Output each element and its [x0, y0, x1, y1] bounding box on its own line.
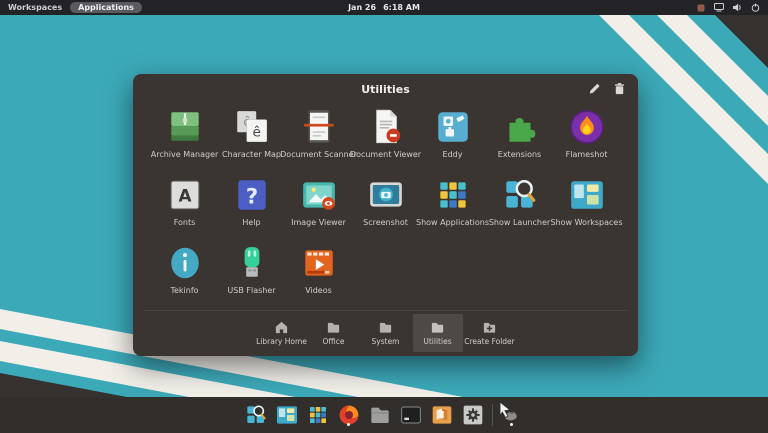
dock-item-terminal[interactable] [399, 403, 423, 427]
app-help[interactable]: ? Help [218, 174, 285, 242]
app-grid: Archive Manager ĉ ê Character Map [133, 106, 638, 310]
show-workspaces-icon [570, 181, 603, 209]
svg-text:?: ? [245, 183, 257, 208]
clock[interactable]: Jan 26 6:18 AM [348, 3, 420, 12]
app-videos[interactable]: Videos [285, 242, 352, 310]
dock-item-show-workspaces[interactable] [275, 403, 299, 427]
workspaces-menu[interactable]: Workspaces [8, 0, 62, 15]
tab-system[interactable]: System [361, 314, 411, 352]
fonts-icon: A [170, 180, 199, 210]
app-screenshot[interactable]: Screenshot [352, 174, 419, 242]
flameshot-icon [569, 110, 604, 144]
terminal-icon [401, 406, 421, 424]
applications-menu[interactable]: Applications [70, 2, 142, 13]
folder-icon [379, 322, 392, 333]
folder-icon [431, 322, 444, 333]
divider [143, 310, 628, 311]
app-document-scanner[interactable]: Document Scanner [280, 106, 357, 174]
usb-flasher-icon [244, 247, 259, 277]
indicator-icon[interactable] [697, 4, 705, 12]
appcenter-icon [432, 406, 452, 424]
tab-utilities[interactable]: Utilities [412, 314, 463, 352]
category-tabs: Library Home Office System Utilities Cre… [133, 314, 638, 352]
videos-icon [304, 250, 333, 276]
clock-time: 6:18 AM [383, 3, 420, 12]
dialog-actions [588, 82, 626, 95]
power-icon[interactable] [751, 3, 760, 12]
show-launcher-icon [505, 180, 535, 208]
screenshot-icon [369, 182, 402, 207]
dock-item-firefox[interactable] [337, 403, 361, 427]
running-indicator [510, 423, 513, 426]
clock-date: Jan 26 [348, 3, 377, 12]
app-flameshot[interactable]: Flameshot [553, 106, 620, 174]
panel-right [697, 0, 760, 15]
folder-plus-icon [483, 322, 496, 333]
app-character-map[interactable]: ĉ ê Character Map [218, 106, 285, 174]
pencil-icon [589, 83, 600, 94]
dock [0, 397, 768, 433]
app-image-viewer[interactable]: Image Viewer [285, 174, 352, 242]
delete-button[interactable] [613, 82, 626, 95]
app-fonts[interactable]: A Fonts [151, 174, 218, 242]
volume-icon[interactable] [733, 3, 742, 12]
dock-item-appcenter[interactable] [430, 403, 454, 427]
app-show-workspaces[interactable]: Show Workspaces [550, 174, 623, 242]
top-panel: Workspaces Applications Jan 26 6:18 AM [0, 0, 768, 15]
archive-manager-icon [170, 112, 199, 141]
app-eddy[interactable]: Eddy [419, 106, 486, 174]
svg-text:A: A [178, 185, 191, 205]
app-extensions[interactable]: Extensions [486, 106, 553, 174]
app-document-viewer[interactable]: Document Viewer [350, 106, 421, 174]
help-icon: ? [237, 180, 266, 210]
folder-icon [327, 322, 340, 333]
dock-item-files[interactable] [368, 403, 392, 427]
app-tekinfo[interactable]: Tekinfo [151, 242, 218, 310]
document-viewer-icon [375, 109, 400, 144]
trash-icon [614, 83, 625, 95]
dock-item-settings[interactable] [461, 403, 485, 427]
home-icon [275, 321, 288, 334]
app-archive-manager[interactable]: Archive Manager [151, 106, 218, 174]
tab-create-folder[interactable]: Create Folder [464, 314, 515, 352]
tekinfo-icon [170, 247, 199, 279]
image-viewer-icon [302, 182, 335, 210]
display-icon[interactable] [714, 3, 724, 12]
app-usb-flasher[interactable]: USB Flasher [218, 242, 285, 310]
page-title: Utilities [361, 82, 410, 96]
extensions-icon [508, 118, 535, 142]
gear-icon [463, 405, 483, 425]
dialog-header: Utilities [133, 74, 638, 104]
running-indicator [347, 423, 350, 426]
app-show-launcher[interactable]: Show Launcher [486, 174, 553, 242]
document-scanner-icon [303, 110, 334, 143]
desktop: Workspaces Applications Jan 26 6:18 AM U… [0, 0, 768, 433]
utilities-dialog: Utilities Archive Manager ê Character Ma… [133, 74, 638, 356]
character-map-icon: ĉ ê [236, 111, 267, 143]
eddy-icon [437, 112, 468, 142]
dock-item-show-launcher[interactable] [244, 403, 268, 427]
edit-button[interactable] [588, 82, 601, 95]
show-applications-icon [439, 182, 466, 208]
panel-left: Workspaces Applications [0, 0, 142, 15]
app-show-applications[interactable]: Show Applications [416, 174, 489, 242]
show-applications-icon [310, 407, 326, 423]
mouse-cursor [499, 401, 512, 419]
svg-text:ê: ê [252, 125, 260, 141]
show-workspaces-icon [277, 406, 297, 424]
dock-separator [492, 404, 493, 426]
show-launcher-icon [247, 405, 266, 423]
tab-office[interactable]: Office [309, 314, 359, 352]
files-folder-icon [371, 407, 389, 423]
dock-item-show-applications[interactable] [306, 403, 330, 427]
tab-library-home[interactable]: Library Home [256, 314, 307, 352]
